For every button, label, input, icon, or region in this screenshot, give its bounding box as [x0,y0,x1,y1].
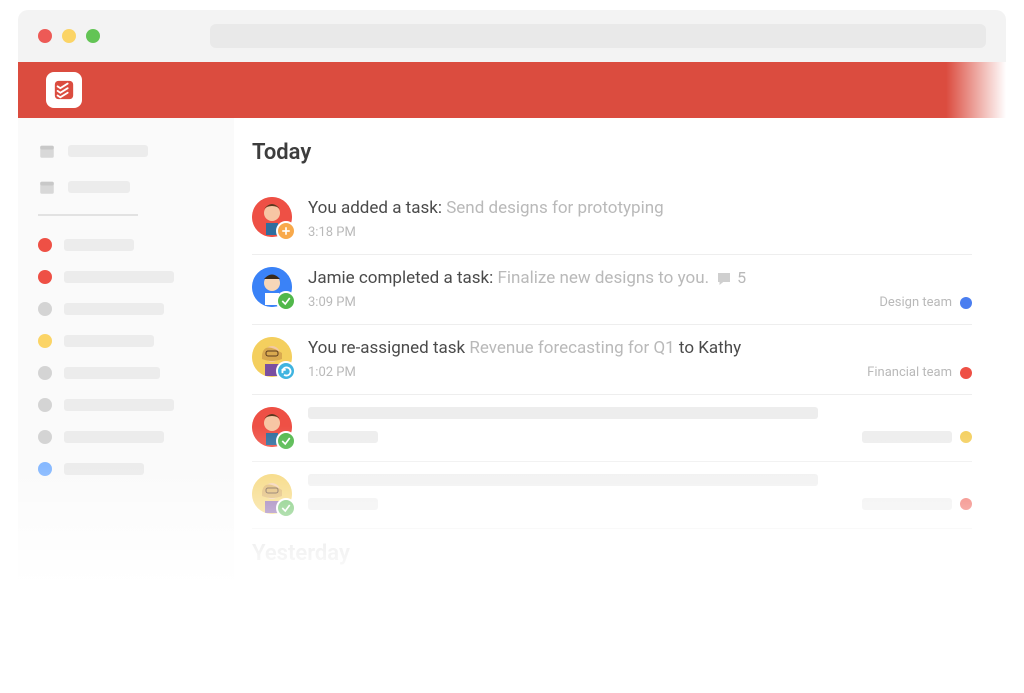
placeholder-text [64,303,164,315]
team-tag [862,498,972,510]
check-badge-icon [276,291,296,311]
check-badge-icon [276,431,296,451]
placeholder-text [308,498,378,510]
sidebar-project-row[interactable] [38,462,214,476]
avatar [252,474,292,514]
team-color-dot [960,367,972,379]
avatar [252,337,292,377]
sidebar-project-row[interactable] [38,398,214,412]
project-color-dot [38,462,52,476]
activity-description: You added a task: Send designs for proto… [308,197,972,219]
placeholder-text [308,407,818,419]
team-color-dot [960,498,972,510]
team-tag [862,431,972,443]
team-color-dot [960,297,972,309]
placeholder-text [64,431,164,443]
project-color-dot [38,398,52,412]
todoist-logo[interactable] [46,72,82,108]
sidebar-project-row[interactable] [38,334,214,348]
placeholder-text [68,181,130,193]
activity-description: You re-assigned task Revenue forecasting… [308,337,972,359]
todoist-icon [53,79,75,101]
placeholder-text [64,463,144,475]
project-color-dot [38,334,52,348]
activity-item[interactable]: Jamie completed a task: Finalize new des… [252,255,972,325]
team-tag[interactable]: Financial team [867,365,972,380]
project-color-dot [38,270,52,284]
url-bar[interactable] [210,24,986,48]
project-color-dot [38,302,52,316]
team-color-dot [960,431,972,443]
activity-feed: Today You added a task: Send designs for… [234,118,1006,586]
window-zoom-dot[interactable] [86,29,100,43]
activity-item-placeholder [252,395,972,462]
window-minimize-dot[interactable] [62,29,76,43]
avatar [252,197,292,237]
comment-icon[interactable]: 5 [715,268,746,289]
activity-item-placeholder [252,462,972,529]
sidebar-project-row[interactable] [38,430,214,444]
reassign-badge-icon [276,361,296,381]
activity-time: 1:02 PM [308,365,356,380]
avatar [252,407,292,447]
section-yesterday: Yesterday [252,541,972,566]
browser-chrome [18,10,1006,62]
placeholder-text [68,145,148,157]
sidebar-project-row[interactable] [38,302,214,316]
placeholder-text [308,474,818,486]
project-color-dot [38,238,52,252]
calendar-icon [38,142,56,160]
sidebar-divider [38,214,138,216]
placeholder-text [64,239,134,251]
placeholder-text [64,367,160,379]
activity-description: Jamie completed a task: Finalize new des… [308,267,972,289]
avatar [252,267,292,307]
activity-item[interactable]: You added a task: Send designs for proto… [252,185,972,255]
add-badge-icon [276,221,296,241]
app-header [18,62,1006,118]
section-today: Today [252,140,972,165]
placeholder-text [64,271,174,283]
project-color-dot [38,430,52,444]
sidebar-project-row[interactable] [38,238,214,252]
activity-time: 3:09 PM [308,295,356,310]
project-color-dot [38,366,52,380]
sidebar-project-row[interactable] [38,366,214,380]
sidebar-today-row[interactable] [38,178,214,196]
window-close-dot[interactable] [38,29,52,43]
activity-time: 3:18 PM [308,225,356,240]
placeholder-text [64,399,174,411]
team-tag[interactable]: Design team [879,295,972,310]
calendar-icon [38,178,56,196]
placeholder-text [64,335,154,347]
sidebar-inbox-row[interactable] [38,142,214,160]
check-badge-icon [276,498,296,518]
sidebar [18,118,234,586]
activity-item[interactable]: You re-assigned task Revenue forecasting… [252,325,972,395]
placeholder-text [308,431,378,443]
sidebar-project-row[interactable] [38,270,214,284]
